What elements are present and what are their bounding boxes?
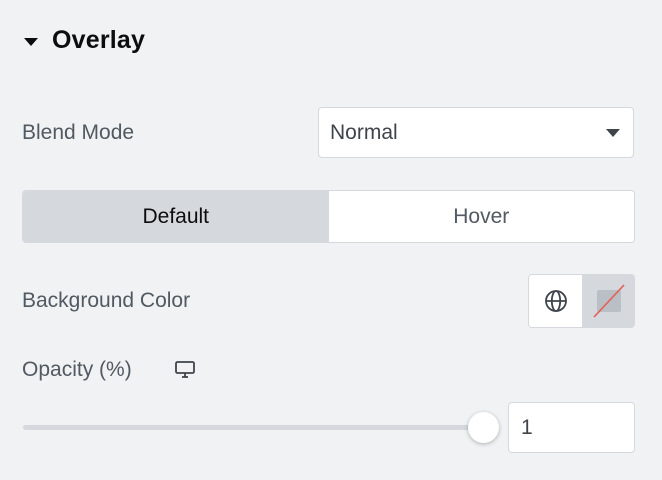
- blend-mode-label: Blend Mode: [22, 121, 135, 144]
- state-tabs: Default Hover: [22, 190, 635, 243]
- desktop-icon[interactable]: [174, 360, 196, 385]
- blend-mode-select[interactable]: Normal: [318, 107, 634, 158]
- opacity-slider-track[interactable]: [23, 425, 485, 430]
- blend-mode-value: Normal: [330, 120, 398, 144]
- no-color-swatch-icon: [592, 284, 625, 318]
- caret-down-icon: [24, 37, 38, 46]
- globe-icon: [544, 290, 567, 312]
- opacity-label: Opacity (%): [22, 358, 132, 381]
- color-swatch-button[interactable]: [583, 275, 634, 327]
- opacity-slider-handle[interactable]: [468, 412, 499, 443]
- opacity-input[interactable]: [508, 402, 635, 453]
- background-color-label: Background Color: [22, 289, 191, 312]
- chevron-down-icon: [606, 129, 620, 137]
- tab-hover[interactable]: Hover: [328, 191, 634, 242]
- global-colors-button[interactable]: [529, 275, 583, 327]
- tab-default[interactable]: Default: [23, 191, 329, 242]
- overlay-section-toggle[interactable]: Overlay: [24, 26, 145, 55]
- background-color-control: [528, 274, 635, 328]
- section-title: Overlay: [52, 26, 146, 54]
